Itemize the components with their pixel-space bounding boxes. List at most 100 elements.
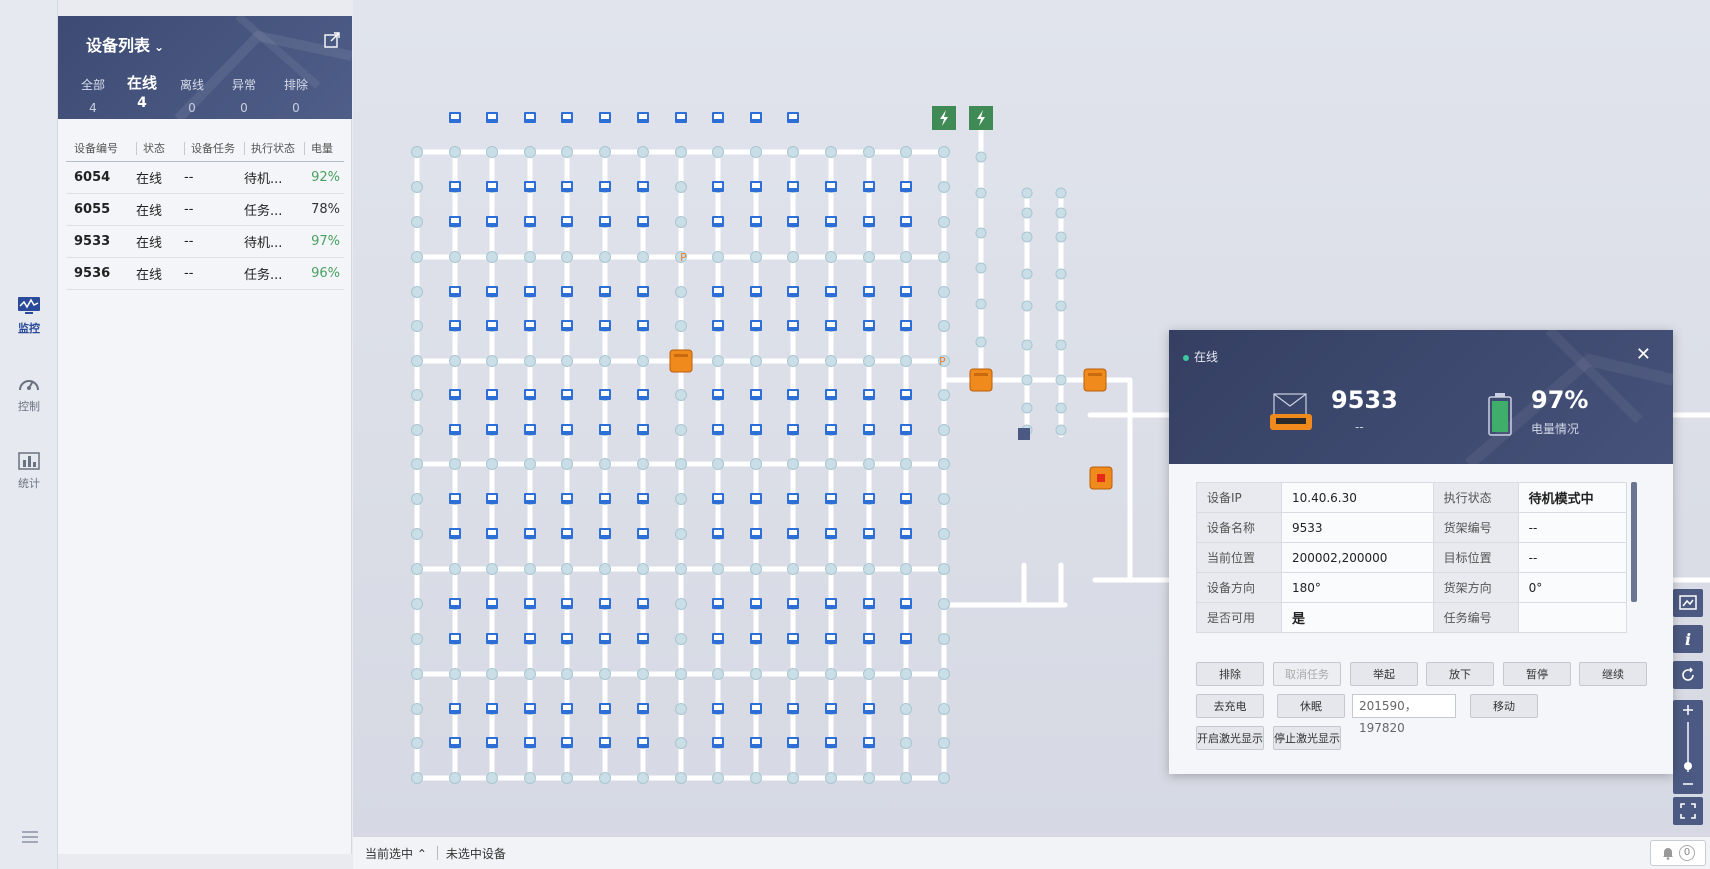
tab-excluded[interactable]: 排除 0 bbox=[272, 76, 320, 115]
shelf-icon-inner bbox=[827, 391, 835, 396]
table-row[interactable]: 9533 在线 -- 待机... 97% bbox=[66, 225, 344, 258]
nav-item-control[interactable]: 控制 bbox=[0, 374, 58, 434]
export-icon[interactable] bbox=[324, 32, 340, 51]
tab-online[interactable]: 在线 4 bbox=[118, 72, 166, 111]
refresh-icon[interactable] bbox=[1673, 661, 1703, 689]
map-node bbox=[975, 151, 987, 163]
shelf-icon-inner bbox=[451, 322, 459, 327]
table-row[interactable]: 9536 在线 -- 任务... 96% bbox=[66, 257, 344, 290]
map-node bbox=[938, 389, 950, 401]
shelf-icon-inner bbox=[865, 183, 873, 188]
nav-item-monitor[interactable]: 监控 bbox=[0, 296, 58, 356]
device-list-title[interactable]: 设备列表 ⌄ bbox=[86, 32, 164, 56]
map-node bbox=[599, 668, 611, 680]
tab-offline-label: 离线 bbox=[179, 78, 204, 92]
col-power[interactable]: 电量 bbox=[296, 135, 344, 162]
sleep-button[interactable]: 休眠 bbox=[1277, 694, 1345, 718]
shelf-icon-inner bbox=[865, 218, 873, 223]
map-node bbox=[675, 389, 687, 401]
popup-battery-label: 电量情况 bbox=[1531, 422, 1580, 436]
map-node bbox=[863, 146, 875, 158]
shelf-icon-inner bbox=[526, 218, 534, 223]
device-id: 9533 bbox=[66, 225, 128, 258]
menu-icon[interactable] bbox=[22, 830, 38, 847]
shelf-icon-inner bbox=[451, 114, 459, 119]
table-row[interactable]: 6054 在线 -- 待机... 92% bbox=[66, 161, 344, 194]
p-marker: P bbox=[680, 251, 687, 264]
map-node bbox=[1021, 231, 1033, 243]
map-layer-icon[interactable] bbox=[1673, 589, 1703, 617]
table-row[interactable]: 6055 在线 -- 任务... 78% bbox=[66, 193, 344, 226]
map-node bbox=[561, 563, 573, 575]
exclude-button[interactable]: 排除 bbox=[1196, 662, 1264, 686]
map-node bbox=[938, 668, 950, 680]
tab-error[interactable]: 异常 0 bbox=[220, 76, 268, 115]
zoom-slider[interactable] bbox=[1673, 700, 1703, 794]
col-exec-status[interactable]: 执行状态 bbox=[236, 135, 296, 162]
device-exec: 任务... bbox=[236, 257, 296, 290]
left-nav: 监控 控制 统计 bbox=[0, 0, 58, 869]
info-icon[interactable]: i bbox=[1673, 625, 1703, 653]
map-node bbox=[975, 227, 987, 239]
chevron-up-icon: ⌃ bbox=[416, 846, 427, 861]
shelf-icon-inner bbox=[789, 218, 797, 223]
col-device-id[interactable]: 设备编号 bbox=[66, 135, 128, 162]
map-node bbox=[1021, 374, 1033, 386]
map-node bbox=[863, 251, 875, 263]
info-value: 待机模式中 bbox=[1517, 482, 1628, 513]
map-node bbox=[825, 563, 837, 575]
cancel-task-button[interactable]: 取消任务 bbox=[1273, 662, 1341, 686]
shelf-icon-inner bbox=[789, 114, 797, 119]
shelf-icon-inner bbox=[526, 739, 534, 744]
map-node bbox=[524, 458, 536, 470]
laser-off-button[interactable]: 停止激光显示 bbox=[1273, 726, 1341, 750]
battery-icon bbox=[1488, 393, 1512, 436]
shelf-icon-inner bbox=[639, 635, 647, 640]
charge-button[interactable]: 去充电 bbox=[1196, 694, 1264, 718]
shelf-icon-inner bbox=[752, 739, 760, 744]
tab-offline[interactable]: 离线 0 bbox=[168, 76, 216, 115]
map-node bbox=[825, 668, 837, 680]
p-marker: P bbox=[939, 355, 946, 368]
info-scrollbar[interactable] bbox=[1631, 482, 1637, 602]
map-node bbox=[449, 668, 461, 680]
shelf-icon-inner bbox=[902, 322, 910, 327]
shelf-icon-inner bbox=[827, 288, 835, 293]
drop-button[interactable]: 放下 bbox=[1426, 662, 1494, 686]
map-node bbox=[938, 286, 950, 298]
col-task[interactable]: 设备任务 bbox=[176, 135, 236, 162]
shelf-icon-inner bbox=[451, 635, 459, 640]
shelf-icon-inner bbox=[865, 600, 873, 605]
shelf-icon-inner bbox=[827, 600, 835, 605]
shelf-icon-inner bbox=[601, 739, 609, 744]
shelf-icon-inner bbox=[714, 705, 722, 710]
laser-on-button[interactable]: 开启激光显示 bbox=[1196, 726, 1264, 750]
map-node bbox=[938, 458, 950, 470]
move-button[interactable]: 移动 bbox=[1470, 694, 1538, 718]
map-node bbox=[1021, 268, 1033, 280]
fullscreen-icon[interactable] bbox=[1673, 797, 1703, 825]
map-node bbox=[486, 458, 498, 470]
shelf-icon-inner bbox=[526, 288, 534, 293]
shelf-icon-inner bbox=[714, 183, 722, 188]
device-task: -- bbox=[176, 225, 236, 258]
coordinate-input[interactable]: 201590，197820 bbox=[1352, 694, 1456, 735]
resume-button[interactable]: 继续 bbox=[1579, 662, 1647, 686]
map-node bbox=[675, 286, 687, 298]
map-node bbox=[411, 737, 423, 749]
lift-button[interactable]: 举起 bbox=[1350, 662, 1418, 686]
current-selection-toggle[interactable]: 当前选中 ⌃ bbox=[353, 845, 437, 862]
alarm-button[interactable]: 0 bbox=[1650, 840, 1706, 866]
nav-item-statistics[interactable]: 统计 bbox=[0, 451, 58, 511]
close-icon[interactable]: ✕ bbox=[1636, 344, 1651, 365]
shelf-icon-inner bbox=[752, 530, 760, 535]
shelf-icon-inner bbox=[488, 426, 496, 431]
tab-all[interactable]: 全部 4 bbox=[69, 76, 117, 115]
tab-all-label: 全部 bbox=[80, 78, 105, 92]
shelf-icon-inner bbox=[752, 114, 760, 119]
map-node bbox=[599, 251, 611, 263]
shelf-icon-inner bbox=[827, 530, 835, 535]
col-status[interactable]: 状态 bbox=[128, 135, 176, 162]
device-online-status: 在线 bbox=[1183, 348, 1218, 365]
pause-button[interactable]: 暂停 bbox=[1503, 662, 1571, 686]
